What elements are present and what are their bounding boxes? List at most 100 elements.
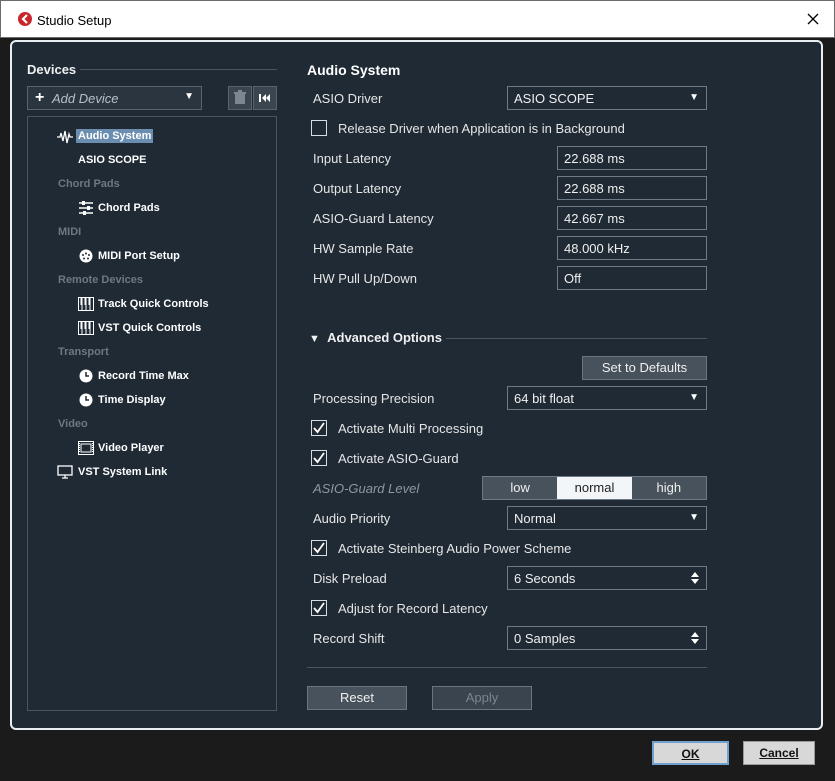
asio-guard-latency-value: 42.667 ms [564,211,625,226]
record-shift-stepper[interactable]: 0 Samples [507,626,707,650]
close-icon[interactable] [805,11,821,27]
adjust-latency-label: Adjust for Record Latency [338,601,488,616]
devices-heading: Devices [27,62,77,77]
adjust-latency-checkbox[interactable] [311,600,327,616]
record-shift-value: 0 Samples [514,631,576,646]
output-latency-field: 22.688 ms [557,176,707,200]
keyboard-icon [78,321,94,335]
delete-device-button[interactable] [228,86,252,110]
asio-driver-select[interactable]: ASIO SCOPE ▼ [507,86,707,110]
disk-preload-stepper[interactable]: 6 Seconds [507,566,707,590]
asio-guard-latency-field: 42.667 ms [557,206,707,230]
hw-sample-rate-field: 48.000 kHz [557,236,707,260]
asio-guard-checkbox[interactable] [311,450,327,466]
input-latency-value: 22.688 ms [564,151,625,166]
input-latency-label: Input Latency [313,151,392,166]
spinner-arrows-icon[interactable] [691,630,699,646]
cubase-logo-icon [18,12,32,26]
tree-category-transport: Transport [58,346,109,358]
tree-category-video: Video [58,418,88,430]
add-device-label: Add Device [52,91,119,106]
asio-driver-label: ASIO Driver [313,91,383,106]
tree-category-midi: MIDI [58,226,82,238]
hw-pull-label: HW Pull Up/Down [313,271,418,286]
sliders-icon [79,201,93,215]
asio-guard-level-normal[interactable]: normal [557,477,632,499]
ok-button[interactable]: OK [652,741,729,765]
clock-icon [79,369,93,383]
hw-sample-rate-value: 48.000 kHz [564,241,630,256]
trash-icon [234,90,246,104]
asio-guard-level-high[interactable]: high [631,477,706,499]
hw-pull-value: Off [564,271,582,286]
cancel-label: Cancel [759,746,799,760]
tree-item-midi-port-setup[interactable]: MIDI Port Setup [98,250,180,262]
chevron-down-icon: ▼ [689,512,699,523]
keyboard-icon [78,297,94,311]
ok-label: OK [681,747,700,761]
audio-priority-value: Normal [514,511,556,526]
spinner-arrows-icon[interactable] [691,570,699,586]
title-bar: Studio Setup [0,0,835,38]
tree-item-audio-system[interactable]: Audio System [76,129,154,143]
chevron-down-icon: ▼ [184,91,194,102]
apply-button[interactable]: Apply [432,686,532,710]
asio-guard-latency-label: ASIO-Guard Latency [313,211,434,226]
reset-button[interactable]: Reset [307,686,407,710]
input-latency-field: 22.688 ms [557,146,707,170]
cancel-button[interactable]: Cancel [743,741,815,765]
waveform-icon [57,130,73,144]
monitor-icon [57,465,73,479]
reset-device-button[interactable] [253,86,277,110]
asio-guard-level-label: ASIO-Guard Level [313,481,420,496]
tree-item-time-display[interactable]: Time Display [98,394,166,406]
hw-pull-field: Off [557,266,707,290]
midi-port-icon [79,249,93,263]
asio-guard-label: Activate ASIO-Guard [338,451,459,466]
release-driver-label: Release Driver when Application is in Ba… [338,121,625,136]
power-scheme-label: Activate Steinberg Audio Power Scheme [338,541,572,556]
chevron-down-icon: ▼ [689,92,699,103]
tree-category-remote-devices: Remote Devices [58,274,143,286]
asio-guard-level-selector: low normal high [482,476,707,500]
film-icon [78,441,94,455]
asio-driver-value: ASIO SCOPE [514,91,595,106]
page-title: Audio System [307,62,401,78]
tree-item-record-time-max[interactable]: Record Time Max [98,370,189,382]
tree-item-chord-pads[interactable]: Chord Pads [98,202,160,214]
advanced-options-toggle[interactable]: ▼ Advanced Options [309,330,442,345]
multi-processing-checkbox[interactable] [311,420,327,436]
tree-item-vst-quick-controls[interactable]: VST Quick Controls [98,322,201,334]
hw-sample-rate-label: HW Sample Rate [313,241,414,256]
disk-preload-value: 6 Seconds [514,571,576,586]
plus-icon: + [35,89,45,106]
divider [446,338,707,339]
processing-precision-label: Processing Precision [313,391,435,406]
output-latency-value: 22.688 ms [564,181,625,196]
set-to-defaults-button[interactable]: Set to Defaults [582,356,707,380]
chevron-down-icon: ▼ [689,392,699,403]
processing-precision-select[interactable]: 64 bit float ▼ [507,386,707,410]
add-device-dropdown[interactable]: + Add Device ▼ [27,86,202,110]
divider [80,69,277,70]
clock-icon [79,393,93,407]
release-driver-checkbox[interactable] [311,120,327,136]
record-shift-label: Record Shift [313,631,385,646]
checkmark-icon [313,422,325,434]
triangle-down-icon: ▼ [309,333,320,345]
tree-item-vst-system-link[interactable]: VST System Link [78,466,167,478]
multi-processing-label: Activate Multi Processing [338,421,484,436]
audio-priority-label: Audio Priority [313,511,391,526]
skip-back-icon [259,94,270,102]
disk-preload-label: Disk Preload [313,571,387,586]
window-title: Studio Setup [37,13,112,28]
audio-priority-select[interactable]: Normal ▼ [507,506,707,530]
asio-guard-level-low[interactable]: low [483,477,558,499]
advanced-options-label: Advanced Options [327,330,442,345]
tree-item-asio-scope[interactable]: ASIO SCOPE [78,154,146,166]
power-scheme-checkbox[interactable] [311,540,327,556]
checkmark-icon [313,602,325,614]
tree-item-video-player[interactable]: Video Player [98,442,164,454]
tree-item-track-quick-controls[interactable]: Track Quick Controls [98,298,209,310]
tree-category-chord-pads: Chord Pads [58,178,120,190]
